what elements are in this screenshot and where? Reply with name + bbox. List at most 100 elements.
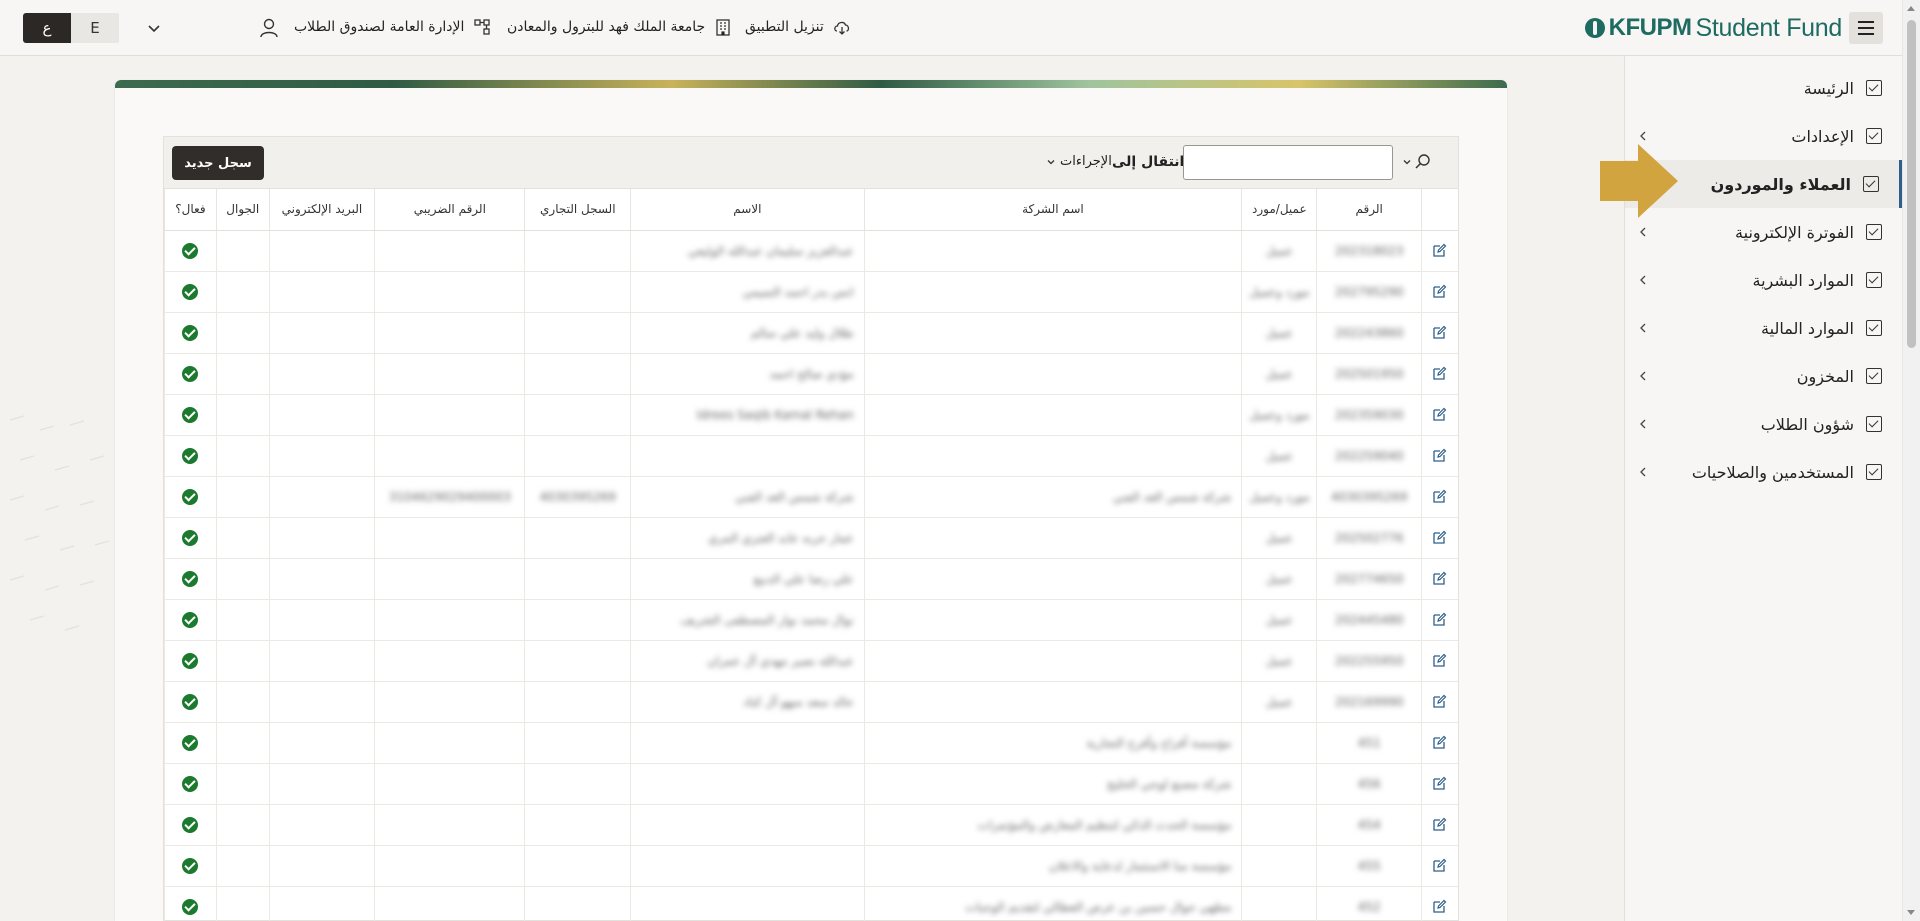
menu-toggle-button[interactable] (1849, 12, 1883, 44)
edit-cell[interactable] (1420, 845, 1458, 887)
edit-cell[interactable] (1420, 763, 1458, 805)
column-header-mobile[interactable]: الجوال (215, 189, 270, 231)
edit-cell[interactable] (1420, 886, 1458, 921)
cell-email (268, 476, 375, 518)
edit-cell[interactable] (1420, 681, 1458, 723)
page-scrollbar[interactable] (1902, 0, 1920, 921)
sidebar-item-hr[interactable]: الموارد البشرية (1625, 256, 1902, 304)
edit-icon[interactable] (1432, 612, 1447, 627)
edit-cell[interactable] (1420, 230, 1458, 272)
new-record-button[interactable]: سجل جديد (172, 146, 264, 180)
table-row[interactable]: 451 مؤسسة أفراح وأفرح التجارية (164, 722, 1458, 764)
edit-icon[interactable] (1432, 407, 1447, 422)
table-row[interactable]: 202259040 عميل (164, 435, 1458, 477)
edit-icon[interactable] (1432, 325, 1447, 340)
column-header-name[interactable]: الاسم (630, 189, 865, 231)
column-header-number[interactable]: الرقم (1316, 189, 1422, 231)
table-row[interactable]: 202318023 عميل عبدالعزيز سليمان عبدالله ال… (164, 230, 1458, 272)
edit-icon[interactable] (1432, 776, 1447, 791)
column-header-vat[interactable]: الرقم الضريبي (374, 189, 525, 231)
cell-email (268, 312, 375, 354)
scroll-thumb[interactable] (1907, 20, 1916, 348)
edit-cell[interactable] (1420, 640, 1458, 682)
edit-icon[interactable] (1432, 366, 1447, 381)
edit-cell[interactable] (1420, 517, 1458, 559)
edit-icon[interactable] (1432, 284, 1447, 299)
edit-cell[interactable] (1420, 599, 1458, 641)
edit-icon[interactable] (1432, 243, 1447, 258)
edit-icon[interactable] (1432, 653, 1447, 668)
edit-icon[interactable] (1432, 530, 1447, 545)
table-row[interactable]: 202795290 مورد وعميل انس بدر احمد التميمي (164, 271, 1458, 313)
cell-name: شركة شمس الغد الفني (630, 476, 865, 518)
sidebar-item-home[interactable]: الرئيسة (1625, 64, 1902, 112)
edit-cell[interactable] (1420, 312, 1458, 354)
edit-cell[interactable] (1420, 394, 1458, 436)
edit-cell[interactable] (1420, 476, 1458, 518)
sidebar-item-finance[interactable]: الموارد المالية (1625, 304, 1902, 352)
column-header-active[interactable]: فعال؟ (164, 189, 217, 231)
edit-cell[interactable] (1420, 558, 1458, 600)
column-header-type[interactable]: عميل/مورد (1241, 189, 1317, 231)
chevron-down-icon[interactable] (144, 18, 164, 38)
cell-company (863, 394, 1242, 436)
column-header-email[interactable]: البريد الإلكتروني (268, 189, 375, 231)
scroll-down-icon[interactable] (1907, 910, 1915, 915)
cell-name: علي رضا علي الدبيع (630, 558, 865, 600)
edit-icon[interactable] (1432, 571, 1447, 586)
sidebar-item-inventory[interactable]: المخزون (1625, 352, 1902, 400)
user-icon[interactable] (258, 17, 280, 39)
edit-cell[interactable] (1420, 271, 1458, 313)
download-app-link[interactable]: تنزيل التطبيق (745, 17, 852, 37)
actions-menu[interactable]: الإجراءات (1046, 154, 1112, 169)
university-link[interactable]: جامعة الملك فهد للبترول والمعادن (507, 17, 733, 37)
table-row[interactable]: 202359030 مورد وعميل Idrees Saqib Kamal Re… (164, 394, 1458, 436)
table-row[interactable]: 202169990 عميل خالد سعد سهو آل كناد (164, 681, 1458, 723)
column-header-company[interactable]: اسم الشركة (863, 189, 1242, 231)
table-row[interactable]: 455 مؤسسة منا الاستثمار لدعاية والاعلان (164, 845, 1458, 887)
sidebar-item-label: الفوترة الإلكترونية (1735, 222, 1854, 242)
english-language-button[interactable]: E (71, 13, 119, 43)
scroll-up-icon[interactable] (1907, 6, 1915, 11)
table-row[interactable]: 202774650 عميل علي رضا علي الدبيع (164, 558, 1458, 600)
edit-icon[interactable] (1432, 448, 1447, 463)
search-options-button[interactable] (1402, 153, 1431, 170)
edit-cell[interactable] (1420, 353, 1458, 395)
cell-mobile (215, 230, 270, 272)
table-row[interactable]: 202501950 عميل مؤدي صالح احمد (164, 353, 1458, 395)
brand-kfupm-text: KFUPM (1608, 14, 1692, 41)
edit-cell[interactable] (1420, 804, 1458, 846)
edit-icon[interactable] (1432, 817, 1447, 832)
edit-icon[interactable] (1432, 858, 1447, 873)
table-row[interactable]: 202243860 عميل طلال وليد علي سالم (164, 312, 1458, 354)
cell-cr (524, 886, 631, 921)
goto-label[interactable]: انتقال إلى (1112, 154, 1184, 170)
department-link[interactable]: الإدارة العامة لصندوق الطلاب (294, 17, 492, 37)
table-row[interactable]: 202445480 عميل نوال محمد نوار المصطفى الشر… (164, 599, 1458, 641)
sidebar-item-student-affairs[interactable]: شؤون الطلاب (1625, 400, 1902, 448)
edit-cell[interactable] (1420, 435, 1458, 477)
column-header-cr[interactable]: السجل التجاري (524, 189, 631, 231)
cell-number: 202502776 (1316, 517, 1422, 559)
table-row[interactable]: 452 مطهي جوال حسين بن عرض العطالي لتقديم … (164, 886, 1458, 921)
edit-cell[interactable] (1420, 722, 1458, 764)
table-row[interactable]: 202502776 عميل عمار حربه عابد العنزي المري (164, 517, 1458, 559)
brand-logo[interactable]: KFUPM Student Fund (1584, 12, 1842, 44)
search-input[interactable] (1183, 145, 1393, 180)
check-circle-icon (182, 529, 199, 546)
table-row[interactable]: 4030395269 مورد وعميل شركة شمس الغد الفني ش… (164, 476, 1458, 518)
top-bar: ع E الإدارة العامة لصندوق الطلاب جامعة ا… (0, 0, 1902, 56)
edit-icon[interactable] (1432, 899, 1447, 914)
cell-type: عميل (1241, 312, 1317, 354)
sidebar-item-users-permissions[interactable]: المستخدمين والصلاحيات (1625, 448, 1902, 496)
table-row[interactable]: 454 مؤسسة الحدث الذكي لتنظيم المعارض والم… (164, 804, 1458, 846)
chevron-left-icon (1640, 467, 1646, 477)
table-row[interactable]: 456 شركة مصنع لوجي الخليج (164, 763, 1458, 805)
table-row[interactable]: 202255950 عميل عبدالله نصير مهدي آل عمران (164, 640, 1458, 682)
arabic-language-button[interactable]: ع (23, 13, 71, 43)
edit-icon[interactable] (1432, 489, 1447, 504)
cell-number: 454 (1316, 804, 1422, 846)
edit-icon[interactable] (1432, 694, 1447, 709)
edit-icon[interactable] (1432, 735, 1447, 750)
cell-name (630, 886, 865, 921)
